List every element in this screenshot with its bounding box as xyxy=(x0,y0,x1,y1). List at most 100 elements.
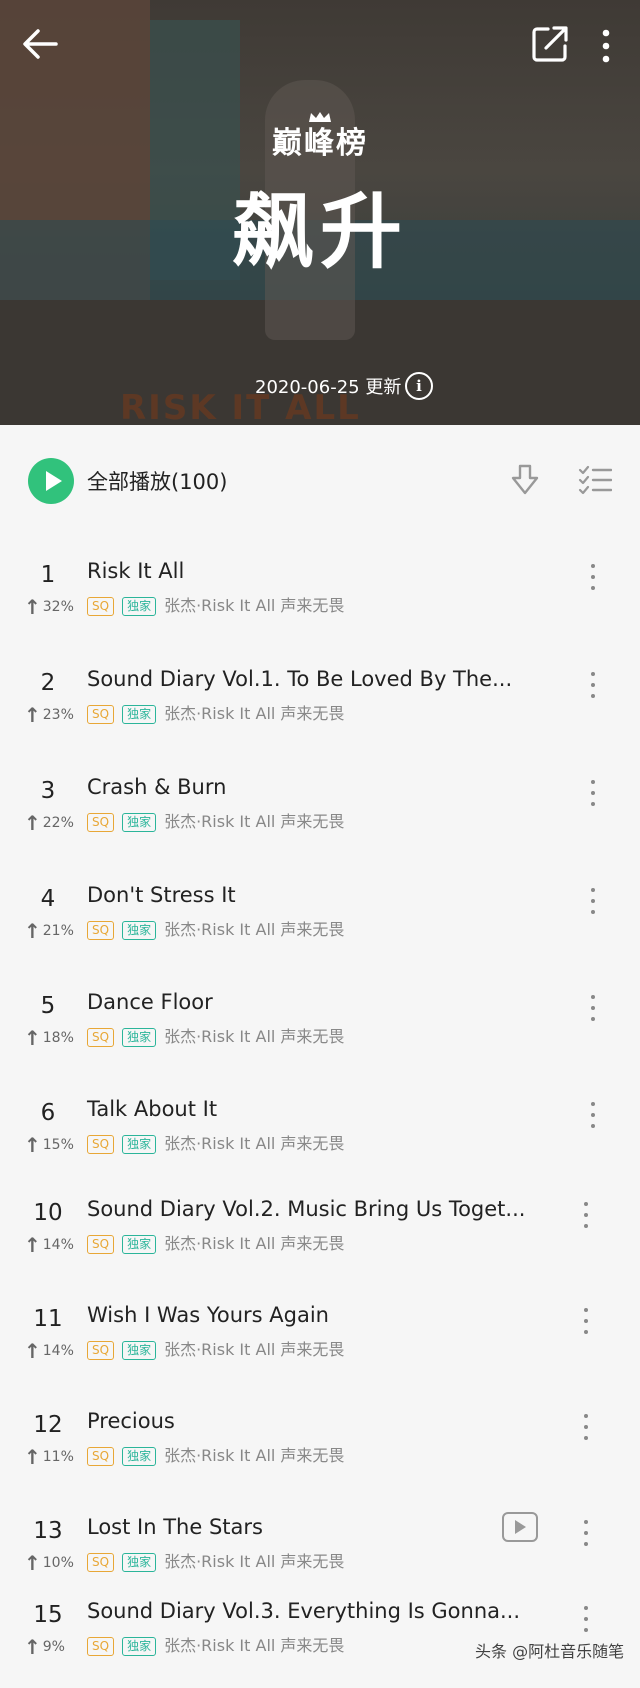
download-icon[interactable] xyxy=(510,463,540,497)
song-rank: 1 xyxy=(40,562,56,588)
exclusive-badge: 独家 xyxy=(122,705,157,724)
song-row[interactable]: 1 ↑ 32% Risk It All SQ 独家 张杰·Risk It All 声来… xyxy=(0,540,640,640)
more-vertical-icon[interactable] xyxy=(589,780,597,810)
multi-select-icon[interactable] xyxy=(578,465,613,495)
song-row[interactable]: 2 ↑ 23% Sound Diary Vol.1. To Be Loved By… xyxy=(0,648,640,748)
more-vertical-icon[interactable] xyxy=(589,995,597,1025)
more-vertical-icon[interactable] xyxy=(589,1102,597,1132)
song-trend: ↑ 32% xyxy=(24,595,74,619)
more-vertical-icon[interactable] xyxy=(582,1202,590,1232)
song-title: Wish I Was Yours Again xyxy=(87,1303,329,1327)
song-trend: ↑ 22% xyxy=(24,811,74,835)
song-title: Lost In The Stars xyxy=(87,1515,263,1539)
song-rank: 6 xyxy=(40,1100,56,1126)
song-meta: SQ 独家 张杰·Risk It All 声来无畏 xyxy=(87,808,344,832)
sq-badge: SQ xyxy=(87,1447,115,1466)
exclusive-badge: 独家 xyxy=(122,1341,157,1360)
exclusive-badge: 独家 xyxy=(122,1028,157,1047)
song-meta: SQ 独家 张杰·Risk It All 声来无畏 xyxy=(87,1548,344,1572)
song-title: Dance Floor xyxy=(87,990,213,1014)
video-icon[interactable] xyxy=(502,1512,538,1542)
exclusive-badge: 独家 xyxy=(122,1135,157,1154)
song-trend: ↑ 10% xyxy=(24,1551,74,1575)
trend-up-icon: ↑ xyxy=(24,811,41,835)
sq-badge: SQ xyxy=(87,1637,115,1656)
more-vertical-icon[interactable] xyxy=(589,564,597,594)
trend-up-icon: ↑ xyxy=(24,703,41,727)
play-icon[interactable] xyxy=(28,458,74,504)
more-vertical-icon[interactable] xyxy=(582,1606,590,1636)
sq-badge: SQ xyxy=(87,813,115,832)
trend-up-icon: ↑ xyxy=(24,1445,41,1469)
artist-album: 张杰·Risk It All 声来无畏 xyxy=(164,812,345,831)
artist-album: 张杰·Risk It All 声来无畏 xyxy=(164,920,345,939)
song-trend: ↑ 18% xyxy=(24,1026,74,1050)
sq-badge: SQ xyxy=(87,705,115,724)
more-vertical-icon[interactable] xyxy=(582,1308,590,1338)
song-row[interactable]: 4 ↑ 21% Don't Stress It SQ 独家 张杰·Risk It Al… xyxy=(0,864,640,964)
more-vertical-icon[interactable] xyxy=(589,888,597,918)
share-icon[interactable] xyxy=(530,24,570,64)
exclusive-badge: 独家 xyxy=(122,1235,157,1254)
song-row[interactable]: 13 ↑ 10% Lost In The Stars SQ 独家 张杰·Risk It… xyxy=(0,1496,640,1596)
trend-up-icon: ↑ xyxy=(24,1133,41,1157)
song-title: Risk It All xyxy=(87,559,185,583)
artist-album: 张杰·Risk It All 声来无畏 xyxy=(164,1134,345,1153)
song-title: Sound Diary Vol.3. Everything Is Gonna..… xyxy=(87,1599,521,1623)
sq-badge: SQ xyxy=(87,1235,115,1254)
song-title: Sound Diary Vol.2. Music Bring Us Toget.… xyxy=(87,1197,526,1221)
song-meta: SQ 独家 张杰·Risk It All 声来无畏 xyxy=(87,1336,344,1360)
trend-percent: 14% xyxy=(42,1343,74,1359)
song-title: Sound Diary Vol.1. To Be Loved By The... xyxy=(87,667,513,691)
song-meta: SQ 独家 张杰·Risk It All 声来无畏 xyxy=(87,916,344,940)
exclusive-badge: 独家 xyxy=(122,921,157,940)
more-vertical-icon[interactable] xyxy=(582,1414,590,1444)
song-row[interactable]: 6 ↑ 15% Talk About It SQ 独家 张杰·Risk It All … xyxy=(0,1078,640,1178)
song-title: Don't Stress It xyxy=(87,883,236,907)
back-arrow-icon[interactable] xyxy=(18,22,62,66)
trend-percent: 32% xyxy=(42,599,74,615)
song-rank: 2 xyxy=(40,670,56,696)
trend-up-icon: ↑ xyxy=(24,1026,41,1050)
artist-album: 张杰·Risk It All 声来无畏 xyxy=(164,1636,345,1655)
song-trend: ↑ 21% xyxy=(24,919,74,943)
exclusive-badge: 独家 xyxy=(122,1553,157,1572)
song-trend: ↑ 14% xyxy=(24,1233,74,1257)
song-row[interactable]: 3 ↑ 22% Crash & Burn SQ 独家 张杰·Risk It All 声… xyxy=(0,756,640,856)
song-rank: 12 xyxy=(33,1412,63,1438)
trend-percent: 21% xyxy=(42,923,74,939)
trend-percent: 14% xyxy=(42,1237,74,1253)
song-row[interactable]: 12 ↑ 11% Precious SQ 独家 张杰·Risk It All 声来无畏 xyxy=(0,1390,640,1490)
more-vertical-icon[interactable] xyxy=(582,1520,590,1550)
song-rank: 13 xyxy=(33,1518,63,1544)
trend-up-icon: ↑ xyxy=(24,1233,41,1257)
update-date: 2020-06-25 更新 xyxy=(255,377,402,398)
song-row[interactable]: 11 ↑ 14% Wish I Was Yours Again SQ 独家 张杰·Ri… xyxy=(0,1284,640,1384)
play-all-button[interactable]: 全部播放(100) xyxy=(87,466,227,496)
artist-album: 张杰·Risk It All 声来无畏 xyxy=(164,1446,345,1465)
trend-percent: 23% xyxy=(42,707,74,723)
info-icon[interactable]: i xyxy=(405,372,433,400)
trend-up-icon: ↑ xyxy=(24,919,41,943)
artist-album: 张杰·Risk It All 声来无畏 xyxy=(164,704,345,723)
song-rank: 11 xyxy=(33,1306,63,1332)
song-row[interactable]: 5 ↑ 18% Dance Floor SQ 独家 张杰·Risk It All 声来… xyxy=(0,971,640,1071)
exclusive-badge: 独家 xyxy=(122,597,157,616)
exclusive-badge: 独家 xyxy=(122,1447,157,1466)
song-meta: SQ 独家 张杰·Risk It All 声来无畏 xyxy=(87,1442,344,1466)
song-row[interactable]: 10 ↑ 14% Sound Diary Vol.2. Music Bring U… xyxy=(0,1178,640,1278)
trend-up-icon: ↑ xyxy=(24,1551,41,1575)
trend-percent: 9% xyxy=(42,1639,65,1655)
trend-percent: 15% xyxy=(42,1137,74,1153)
trend-up-icon: ↑ xyxy=(24,1339,41,1363)
chart-brand: 巅峰榜 xyxy=(272,126,368,161)
song-meta: SQ 独家 张杰·Risk It All 声来无畏 xyxy=(87,700,344,724)
trend-up-icon: ↑ xyxy=(24,595,41,619)
song-trend: ↑ 14% xyxy=(24,1339,74,1363)
more-vertical-icon[interactable] xyxy=(596,26,616,66)
more-vertical-icon[interactable] xyxy=(589,672,597,702)
artist-album: 张杰·Risk It All 声来无畏 xyxy=(164,1234,345,1253)
artist-album: 张杰·Risk It All 声来无畏 xyxy=(164,1027,345,1046)
trend-percent: 10% xyxy=(42,1555,74,1571)
watermark: 头条 @阿杜音乐随笔 xyxy=(475,1642,625,1661)
